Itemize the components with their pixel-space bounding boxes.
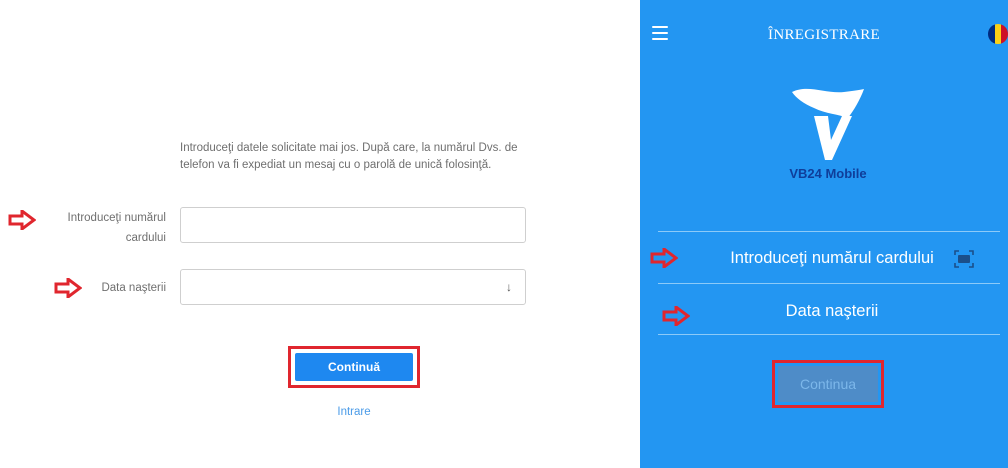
vb24-logo-icon <box>792 88 864 160</box>
card-number-field[interactable]: Introduceţi numărul cardului <box>694 247 970 269</box>
login-link[interactable]: Intrare <box>288 406 420 418</box>
card-scan-icon[interactable] <box>954 250 974 268</box>
separator <box>658 283 1000 284</box>
continue-highlight-frame: Continua <box>772 360 884 408</box>
romanian-flag-icon[interactable] <box>988 24 1008 44</box>
continue-highlight-frame: Continuă <box>288 346 420 388</box>
instructions-text: Introduceţi datele solicitate mai jos. D… <box>180 142 518 171</box>
birth-date-field[interactable]: Data naşterii <box>694 300 970 322</box>
separator <box>658 334 1000 335</box>
screen-title: ÎNREGISTRARE <box>768 27 880 43</box>
web-registration-form: Introduceţi datele solicitate mai jos. D… <box>0 0 640 468</box>
dropdown-arrow-icon[interactable]: ↓ <box>506 279 512 295</box>
card-number-input[interactable] <box>180 207 526 243</box>
annotation-arrow-icon <box>650 248 678 268</box>
birth-date-input[interactable] <box>180 269 526 305</box>
continue-button[interactable]: Continuă <box>295 353 413 381</box>
birth-date-label: Data naşterii <box>101 282 166 294</box>
vb24-logo: VB24 Mobile <box>768 82 888 192</box>
card-number-label: Introduceţi numărul cardului <box>67 212 166 244</box>
mobile-registration-screen: ÎNREGISTRARE VB24 Mobile Introduceţi num… <box>640 0 1008 468</box>
continue-button[interactable]: Continua <box>778 366 878 402</box>
logo-text: VB24 Mobile <box>789 166 867 181</box>
separator <box>658 231 1000 232</box>
annotation-arrow-icon <box>662 306 690 326</box>
hamburger-menu-icon[interactable] <box>652 26 668 40</box>
